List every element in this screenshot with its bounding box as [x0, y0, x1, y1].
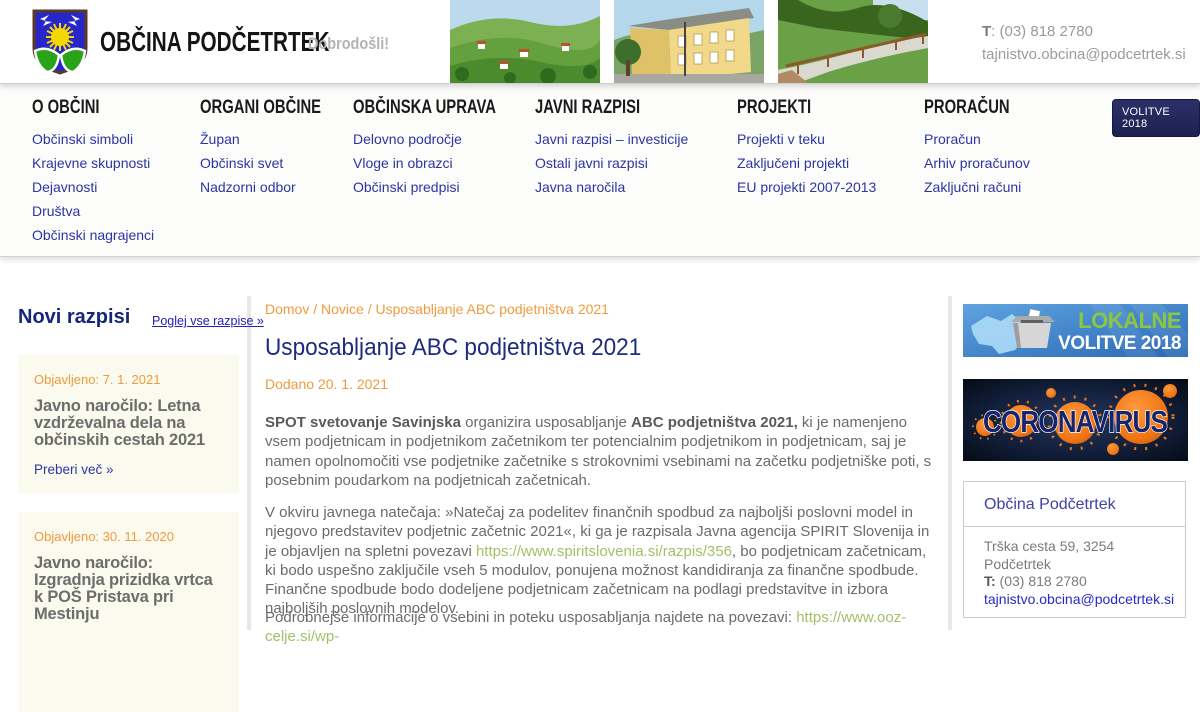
news-title: Javno naročilo: Letna vzdrževalna dela n… — [34, 397, 205, 449]
sidebar-content-divider — [247, 296, 251, 630]
nav-link-arhiv-proracunov[interactable]: Arhiv proračunov — [924, 156, 1034, 171]
contact-address: Trška cesta 59, 3254 Podčetrtek — [984, 538, 1115, 572]
article-title: Usposabljanje ABC podjetništva 2021 — [265, 334, 642, 361]
spirit-slovenia-link[interactable]: https://www.spiritslovenia.si/razpis/356 — [476, 543, 732, 560]
news-date: Objavljeno: 30. 11. 2020 — [34, 529, 174, 544]
news-card[interactable]: Objavljeno: 7. 1. 2021 Javno naročilo: L… — [18, 355, 239, 493]
news-card[interactable]: Objavljeno: 30. 11. 2020 Javno naročilo:… — [18, 512, 239, 712]
header-email-link[interactable]: tajnistvo.obcina@podcetrtek.si — [982, 46, 1186, 63]
nav-column-obcinska-uprava: OBČINSKA UPRAVA Delovno področje Vloge i… — [353, 97, 536, 204]
bold-spot-savinjska: SPOT svetovanje Savinjska — [265, 414, 461, 431]
coronavirus-banner[interactable]: CORONAVIRUS — [963, 379, 1188, 461]
nav-link-javna-narocila[interactable]: Javna naročila — [535, 180, 688, 195]
nav-link-obcinski-svet[interactable]: Občinski svet — [200, 156, 355, 171]
nav-link-zupan[interactable]: Župan — [200, 132, 355, 147]
nav-column-o-obcini: O OBČINI Občinski simboli Krajevne skupn… — [32, 97, 154, 252]
phone-number: (03) 818 2780 — [995, 573, 1087, 589]
read-more-link[interactable]: Preberi več » — [34, 462, 114, 477]
nav-link-delovno-podrocje[interactable]: Delovno področje — [353, 132, 536, 147]
nav-link-zakljucni-racuni[interactable]: Zaključni računi — [924, 180, 1034, 195]
nav-link-projekti-v-teku[interactable]: Projekti v teku — [737, 132, 876, 147]
phone-label: T — [982, 23, 992, 40]
site-header: OBČINA PODČETRTEK Dobrodošli! T: (03) 81… — [0, 0, 1200, 84]
contact-phone: T: (03) 818 2780 — [984, 573, 1165, 591]
phone-number: : (03) 818 2780 — [991, 23, 1093, 40]
nav-heading-o-obcini: O OBČINI — [32, 97, 100, 118]
main-navigation: O OBČINI Občinski simboli Krajevne skupn… — [0, 85, 1200, 257]
article-paragraph-1: SPOT svetovanje Savinjska organizira usp… — [265, 413, 937, 490]
nav-column-javni-razpisi: JAVNI RAZPISI Javni razpisi – investicij… — [535, 97, 688, 204]
paragraph-text: organizira usposabljanje — [460, 414, 632, 431]
banner-line-volitve-2018: VOLITVE 2018 — [1058, 333, 1181, 354]
lokalne-volitve-2018-banner[interactable]: LOKALNE VOLITVE 2018 — [963, 304, 1188, 357]
nav-heading-obcinska-uprava: OBČINSKA UPRAVA — [353, 97, 496, 118]
banner-text-coronavirus: CORONAVIRUS — [983, 405, 1167, 440]
header-photo-town-hall — [614, 0, 764, 83]
nav-link-zakljuceni-projekti[interactable]: Zaključeni projekti — [737, 156, 876, 171]
banner-line-lokalne: LOKALNE — [1078, 308, 1181, 333]
nav-heading-javni-razpisi: JAVNI RAZPISI — [535, 97, 641, 118]
sidebar-title: Novi razpisi — [18, 306, 131, 328]
header-photo-hills — [450, 0, 600, 83]
welcome-text: Dobrodošli! — [308, 34, 390, 53]
nav-link-obcinski-predpisi[interactable]: Občinski predpisi — [353, 180, 536, 195]
nav-link-dejavnosti[interactable]: Dejavnosti — [32, 180, 154, 195]
view-all-tenders-link[interactable]: Poglej vse razpise » — [152, 314, 264, 328]
contact-box-title: Občina Podčetrtek — [964, 482, 1185, 527]
article-paragraph-2: V okviru javnega natečaja: »Natečaj za p… — [265, 503, 937, 619]
paragraph-text: Podrobnejše informacije o vsebini in pot… — [265, 609, 797, 626]
nav-link-obcinski-simboli[interactable]: Občinski simboli — [32, 132, 154, 147]
nav-heading-organi-obcine: ORGANI OBČINE — [200, 97, 322, 118]
nav-link-javni-razpisi-investicije[interactable]: Javni razpisi – investicije — [535, 132, 688, 147]
nav-link-krajevne-skupnosti[interactable]: Krajevne skupnosti — [32, 156, 154, 171]
contact-email-link[interactable]: tajnistvo.obcina@podcetrtek.si — [984, 591, 1174, 607]
news-title: Javno naročilo: Izgradnja prizidka vrtca… — [34, 554, 213, 623]
nav-link-drustva[interactable]: Društva — [32, 204, 154, 219]
news-date: Objavljeno: 7. 1. 2021 — [34, 372, 161, 387]
volitve-2018-button[interactable]: VOLITVE 2018 — [1112, 99, 1200, 137]
nav-link-nadzorni-odbor[interactable]: Nadzorni odbor — [200, 180, 355, 195]
bold-abc-2021: ABC podjetništva 2021, — [631, 414, 798, 431]
header-contact: T: (03) 818 2780 tajnistvo.obcina@podcet… — [982, 20, 1186, 66]
nav-link-eu-projekti[interactable]: EU projekti 2007-2013 — [737, 180, 876, 195]
content-rightbar-divider — [948, 296, 952, 630]
breadcrumb[interactable]: Domov / Novice / Usposabljanje ABC podje… — [265, 301, 609, 317]
header-phone: T: (03) 818 2780 — [982, 20, 1186, 43]
nav-link-ostali-javni-razpisi[interactable]: Ostali javni razpisi — [535, 156, 688, 171]
header-photo-path — [778, 0, 928, 83]
nav-column-proracun: PRORAČUN Proračun Arhiv proračunov Zaklj… — [924, 97, 1034, 204]
contact-box: Občina Podčetrtek Trška cesta 59, 3254 P… — [963, 481, 1186, 618]
article-date: Dodano 20. 1. 2021 — [265, 376, 388, 392]
nav-link-obcinski-nagrajenci[interactable]: Občinski nagrajenci — [32, 228, 154, 243]
nav-column-organi-obcine: ORGANI OBČINE Župan Občinski svet Nadzor… — [200, 97, 355, 204]
nav-link-proracun[interactable]: Proračun — [924, 132, 1034, 147]
nav-link-vloge-in-obrazci[interactable]: Vloge in obrazci — [353, 156, 536, 171]
municipality-coat-of-arms-logo[interactable] — [32, 9, 88, 75]
nav-heading-projekti: PROJEKTI — [737, 97, 812, 118]
nav-column-projekti: PROJEKTI Projekti v teku Zaključeni proj… — [737, 97, 876, 204]
site-title[interactable]: OBČINA PODČETRTEK — [100, 26, 329, 58]
phone-label: T: — [984, 573, 996, 589]
nav-heading-proracun: PRORAČUN — [924, 97, 1010, 118]
article-paragraph-3: Podrobnejše informacije o vsebini in pot… — [265, 608, 937, 647]
